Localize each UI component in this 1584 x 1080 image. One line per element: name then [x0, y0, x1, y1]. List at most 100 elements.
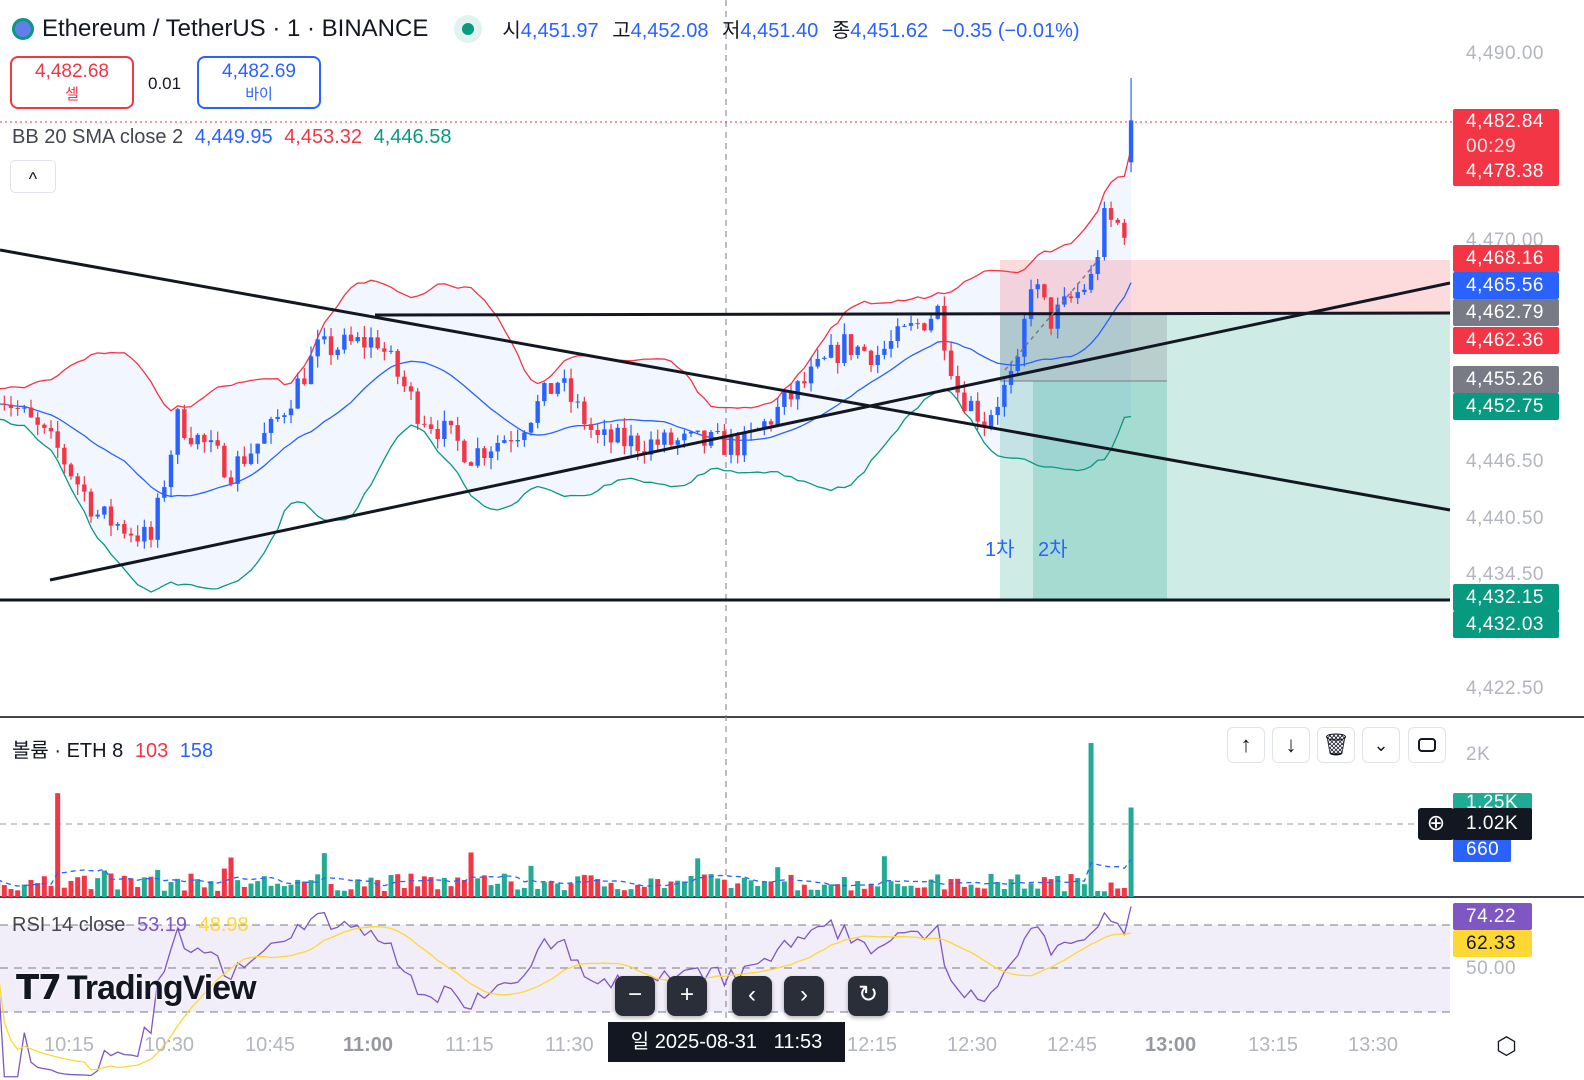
volume-bar: [68, 880, 74, 897]
volume-bar: [775, 867, 781, 897]
scroll-left-button[interactable]: ‹: [732, 976, 772, 1016]
zoom-out-button[interactable]: −: [615, 976, 655, 1016]
volume-bar: [835, 884, 841, 897]
volume-bar: [175, 878, 181, 897]
candle-body: [522, 432, 527, 441]
volume-bar: [341, 890, 347, 897]
reset-chart-button[interactable]: ↻: [848, 976, 888, 1016]
volume-bar: [368, 877, 374, 897]
move-pane-down-button[interactable]: ↓: [1272, 727, 1310, 763]
candle-body: [515, 440, 520, 442]
volume-bar: [721, 879, 727, 897]
volume-bar: [381, 891, 387, 897]
volume-bar: [55, 793, 61, 897]
candle-body: [288, 408, 294, 416]
chart-settings-button[interactable]: ⬡: [1496, 1032, 1517, 1061]
market-open-icon: [454, 14, 483, 43]
volume-bar: [741, 877, 747, 897]
maximize-pane-button[interactable]: [1408, 727, 1446, 763]
plus-circle-icon: ⊕: [1426, 810, 1446, 835]
bb-legend[interactable]: BB 20 SMA close 2 4,449.95 4,453.32 4,44…: [12, 126, 451, 149]
candle-body: [948, 350, 954, 376]
candle-body: [95, 514, 100, 517]
candle-body: [835, 344, 840, 364]
delete-pane-button[interactable]: 🗑: [1317, 727, 1355, 763]
candle-body: [962, 392, 967, 412]
volume-legend[interactable]: 볼륨 · ETH 8 103 158: [12, 734, 213, 763]
collapse-pane-button[interactable]: ⌄: [1362, 727, 1400, 763]
volume-bar: [1001, 888, 1007, 897]
volume-bar: [1, 885, 7, 897]
volume-bar: [41, 876, 47, 897]
short-target-zone[interactable]: [1000, 260, 1450, 313]
candle-body: [608, 429, 614, 443]
candle-body: [715, 431, 720, 433]
volume-bar: [401, 888, 407, 897]
sell-button[interactable]: 4,482.68 셀: [10, 56, 134, 109]
volume-bar: [148, 876, 154, 897]
maximize-icon: [1418, 738, 1436, 752]
volume-bar: [108, 873, 114, 897]
time-axis-label: 11:00: [343, 1034, 394, 1056]
rsi-axis-label: 50.00: [1466, 958, 1517, 979]
price-tag: 4,462.36: [1453, 327, 1559, 354]
add-alert-button[interactable]: ⊕: [1418, 808, 1454, 840]
tradingview-logo[interactable]: 𝗧𝟳 TradingView: [16, 968, 257, 1008]
volume-bar: [21, 884, 27, 897]
volume-bar: [608, 882, 614, 897]
candle-body: [22, 407, 27, 409]
price-axis-label: 4,440.50: [1466, 508, 1544, 529]
candle-body: [182, 409, 187, 439]
volume-bar: [421, 876, 427, 897]
candle-body: [1015, 356, 1020, 371]
price-tag: 4,432.03: [1453, 611, 1559, 638]
volume-bar: [435, 889, 441, 897]
candle-body: [582, 401, 587, 425]
candle-body: [308, 356, 314, 385]
volume-bar: [655, 879, 661, 897]
rsi-legend[interactable]: RSI 14 close 53.19 48.98: [12, 914, 249, 937]
candle-body: [108, 506, 114, 526]
zoom-in-button[interactable]: +: [667, 976, 707, 1016]
volume-bar: [1121, 887, 1127, 897]
candle-body: [508, 440, 514, 442]
candle-body: [622, 427, 627, 447]
candle-body: [355, 337, 360, 342]
candle-body: [488, 451, 494, 459]
candle-body: [282, 415, 287, 417]
volume-bar: [261, 876, 267, 897]
candle-body: [468, 462, 474, 466]
candle-body: [428, 424, 434, 429]
candle-body: [235, 456, 240, 484]
buy-button[interactable]: 4,482.69 바이: [197, 56, 321, 109]
candle-body: [422, 423, 427, 425]
candle-body: [1068, 296, 1074, 299]
candle-body: [1035, 284, 1040, 290]
candle-body: [555, 382, 560, 394]
volume-bar: [615, 889, 621, 897]
candle-body: [68, 464, 74, 477]
volume-bar: [861, 888, 867, 897]
volume-bar: [661, 888, 667, 897]
candle-body: [1022, 318, 1027, 357]
volume-bar: [828, 884, 834, 897]
volume-bar: [621, 890, 627, 897]
symbol-title[interactable]: Ethereum / TetherUS · 1 · BINANCE: [42, 15, 428, 43]
candle-body: [28, 407, 34, 418]
second-entry-zone[interactable]: [1033, 381, 1167, 601]
volume-bar: [768, 881, 774, 897]
move-pane-up-button[interactable]: ↑: [1227, 727, 1265, 763]
candle-body: [655, 439, 660, 445]
collapse-legend-button[interactable]: ^: [10, 160, 56, 193]
candle-body: [815, 358, 820, 367]
time-axis-label: 10:45: [245, 1034, 296, 1056]
horizontal-resistance-line[interactable]: [374, 311, 1451, 317]
candle-body: [888, 340, 894, 349]
scroll-right-button[interactable]: ›: [784, 976, 824, 1016]
volume-bar: [235, 880, 241, 897]
volume-bar: [488, 885, 494, 897]
price-tag: 4,462.79: [1453, 299, 1559, 326]
time-axis-label: 12:30: [947, 1034, 998, 1056]
time-axis-label: 13:15: [1248, 1034, 1299, 1056]
candle-body: [548, 383, 554, 394]
